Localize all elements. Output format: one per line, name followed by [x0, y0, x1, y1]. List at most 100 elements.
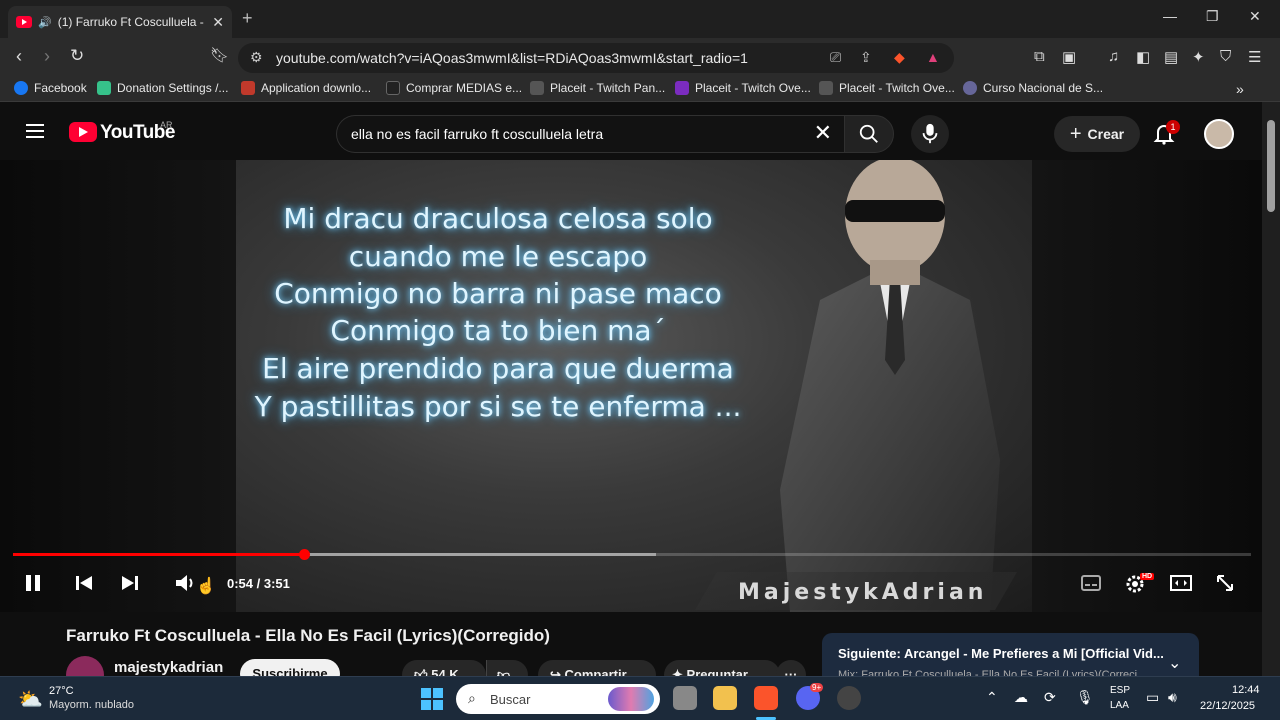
- next-icon[interactable]: [120, 572, 140, 594]
- close-tab-icon[interactable]: ✕: [212, 14, 224, 31]
- vpn-icon[interactable]: ⛉: [1220, 48, 1231, 65]
- volume-icon[interactable]: [174, 572, 198, 594]
- scrollbar-thumb[interactable]: [1267, 120, 1275, 212]
- taskbar-search[interactable]: ⌕ Buscar: [456, 684, 660, 714]
- sync-icon[interactable]: ⟳: [1044, 689, 1056, 706]
- youtube-header: YouTube AR ella no es facil farruko ft c…: [0, 102, 1262, 160]
- new-tab-icon[interactable]: +: [242, 8, 253, 29]
- subtitles-icon[interactable]: [1080, 572, 1102, 594]
- youtube-favicon-icon: [16, 16, 32, 28]
- microphone-icon[interactable]: 🎙︎: [1076, 689, 1094, 706]
- bookmark-item[interactable]: Curso Nacional de S...: [963, 81, 1103, 95]
- bookmark-item[interactable]: Placeit - Twitch Ove...: [675, 81, 811, 95]
- placeit-icon: [675, 81, 689, 95]
- clear-search-icon[interactable]: ✕: [814, 120, 832, 146]
- wallet-icon[interactable]: ▤: [1164, 48, 1178, 66]
- more-bookmarks-icon[interactable]: »: [1236, 81, 1244, 97]
- video-letterbox-left: [0, 160, 236, 612]
- browser-tab-bar: 🔊 (1) Farruko Ft Cosculluela - El ✕ + — …: [0, 0, 1280, 38]
- clock-date[interactable]: 22/12/2025: [1200, 700, 1255, 712]
- tab-title: (1) Farruko Ft Cosculluela - El: [57, 15, 207, 29]
- placeit-icon: [530, 81, 544, 95]
- obs-icon[interactable]: [837, 686, 861, 710]
- menu-icon[interactable]: ☰: [1248, 48, 1261, 66]
- windows-start-icon[interactable]: [421, 688, 443, 710]
- store-icon: [386, 81, 400, 95]
- youtube-logo-icon[interactable]: [69, 122, 97, 142]
- restore-icon[interactable]: ❐: [1206, 8, 1219, 25]
- site-settings-icon[interactable]: ⚙: [250, 49, 263, 66]
- address-bar[interactable]: ⚙ youtube.com/watch?v=iAQoas3mwmI&list=R…: [238, 43, 954, 73]
- video-letterbox-right: [1032, 160, 1262, 612]
- fullscreen-icon[interactable]: [1214, 572, 1236, 594]
- chevron-down-icon[interactable]: ⌄: [1168, 653, 1181, 673]
- bookmark-item[interactable]: Application downlo...: [241, 81, 371, 95]
- video-player[interactable]: MajestykAdrian Mi dracu draculosa celosa…: [0, 160, 1262, 612]
- mouse-cursor-icon: ☝: [196, 578, 216, 595]
- volume-tray-icon[interactable]: 🔊︎: [1168, 689, 1177, 706]
- window-close-icon[interactable]: ✕: [1249, 8, 1261, 25]
- onedrive-icon[interactable]: ☁: [1014, 689, 1028, 706]
- task-view-icon[interactable]: [673, 686, 697, 710]
- discord-badge: 9+: [810, 683, 824, 692]
- weather-cloud-icon[interactable]: ⛅: [18, 687, 43, 712]
- network-icon[interactable]: ▭: [1146, 689, 1159, 706]
- pause-icon[interactable]: [24, 572, 42, 594]
- bookmark-icon[interactable]: 🔖︎: [210, 46, 229, 64]
- search-highlight-icon: [608, 687, 654, 711]
- search-icon: [859, 124, 878, 143]
- channel-name[interactable]: majestykadrian: [114, 659, 223, 676]
- search-input[interactable]: ella no es facil farruko ft cosculluela …: [351, 126, 603, 142]
- file-explorer-icon[interactable]: [713, 686, 737, 710]
- lyric-line: El aire prendido para que duerma: [262, 352, 734, 385]
- lyric-line: Conmigo ta to bien ma´: [330, 314, 666, 347]
- brave-rewards-icon[interactable]: ▲: [926, 49, 940, 65]
- page-scrollbar[interactable]: [1262, 102, 1280, 676]
- previous-icon[interactable]: [74, 572, 94, 594]
- app-icon: [241, 81, 255, 95]
- cast-icon[interactable]: ⎚: [830, 49, 841, 66]
- brave-browser-icon[interactable]: [754, 686, 778, 710]
- notification-badge: 1: [1166, 120, 1180, 134]
- weather-description[interactable]: Mayorm. nublado: [49, 699, 134, 711]
- keyboard-layout[interactable]: LAA: [1110, 700, 1129, 711]
- sidebar-icon[interactable]: ◧: [1136, 48, 1150, 66]
- voice-search-button[interactable]: [911, 115, 949, 153]
- clock-time[interactable]: 12:44: [1232, 684, 1260, 696]
- weather-temp[interactable]: 27°C: [49, 685, 74, 697]
- taskbar-search-placeholder: Buscar: [490, 692, 531, 707]
- language-code[interactable]: ESP: [1110, 685, 1130, 696]
- watermark-text: MajestykAdrian: [738, 580, 988, 605]
- artist-figure: [780, 160, 1000, 612]
- back-icon[interactable]: ‹: [16, 46, 22, 67]
- account-avatar[interactable]: [1204, 119, 1234, 149]
- tray-overflow-icon[interactable]: ⌃: [986, 689, 998, 706]
- bookmark-item[interactable]: Placeit - Twitch Pan...: [530, 81, 665, 95]
- create-button[interactable]: + Crear: [1054, 116, 1140, 152]
- music-icon[interactable]: ♫: [1108, 48, 1119, 65]
- browser-tab[interactable]: 🔊 (1) Farruko Ft Cosculluela - El ✕: [8, 6, 232, 38]
- leo-ai-icon[interactable]: ✦: [1192, 48, 1205, 66]
- extensions-icon[interactable]: ⧉: [1034, 48, 1045, 65]
- browser-toolbar: ‹ › ↻ 🔖︎ ⚙ youtube.com/watch?v=iAQoas3mw…: [0, 38, 1280, 76]
- scrubber-handle[interactable]: [298, 549, 310, 560]
- video-title: Farruko Ft Cosculluela - Ella No Es Faci…: [66, 626, 550, 645]
- bookmark-item[interactable]: Donation Settings /...: [97, 81, 228, 95]
- minimize-icon[interactable]: —: [1163, 8, 1177, 24]
- bookmark-item[interactable]: Placeit - Twitch Ove...: [819, 81, 955, 95]
- plus-icon: +: [1069, 122, 1082, 145]
- share-icon[interactable]: ⇪: [860, 49, 872, 66]
- search-box[interactable]: ella no es facil farruko ft cosculluela …: [336, 115, 844, 153]
- theater-mode-icon[interactable]: [1169, 572, 1193, 594]
- guide-menu-icon[interactable]: [26, 124, 44, 138]
- lyric-line: Mi dracu draculosa celosa solo: [283, 202, 713, 235]
- up-next-title: Siguiente: Arcangel - Me Prefieres a Mi …: [838, 646, 1164, 661]
- reader-icon[interactable]: ▣: [1062, 48, 1076, 66]
- lyric-line: cuando me le escapo: [348, 240, 648, 273]
- bookmark-item[interactable]: Facebook: [14, 81, 87, 95]
- forward-icon[interactable]: ›: [44, 46, 50, 67]
- brave-shields-icon[interactable]: ◆: [894, 49, 905, 66]
- reload-icon[interactable]: ↻: [70, 46, 84, 66]
- search-button[interactable]: [844, 115, 894, 153]
- bookmark-item[interactable]: Comprar MEDIAS e...: [386, 81, 522, 95]
